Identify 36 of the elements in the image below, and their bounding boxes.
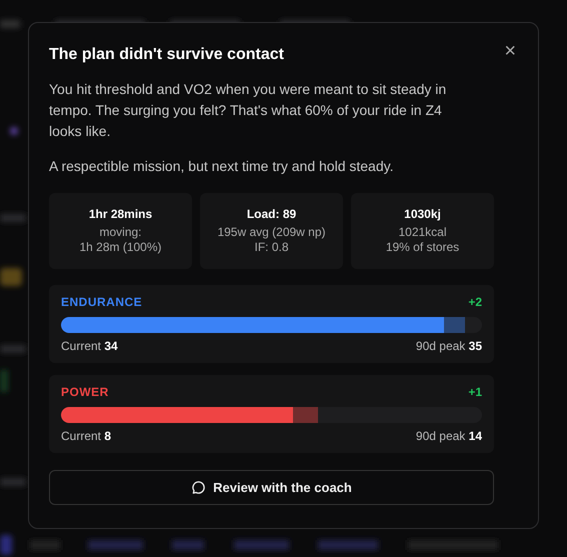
peak-value: 90d peak 14 bbox=[416, 429, 482, 443]
blurred-tag bbox=[172, 540, 204, 550]
blurred-tag bbox=[318, 540, 378, 550]
change-value: +1 bbox=[468, 385, 482, 399]
blurred-text bbox=[0, 478, 26, 486]
current-value: Current 8 bbox=[61, 429, 112, 443]
stat-value: 1030kj bbox=[404, 207, 441, 221]
stat-detail: IF: 0.8 bbox=[254, 240, 288, 255]
stat-detail: 1h 28m (100%) bbox=[79, 240, 162, 255]
stat-detail: 19% of stores bbox=[386, 240, 460, 255]
blurred-tag bbox=[0, 268, 22, 286]
skill-name: POWER bbox=[61, 385, 109, 399]
peak-value: 90d peak 35 bbox=[416, 339, 482, 353]
review-button[interactable]: Review with the coach bbox=[49, 470, 494, 505]
blurred-text bbox=[30, 540, 60, 550]
skill-name: ENDURANCE bbox=[61, 295, 142, 309]
blurred-tag bbox=[0, 370, 8, 392]
blurred-text bbox=[0, 20, 20, 28]
blurred-dot bbox=[10, 127, 18, 135]
blurred-tag bbox=[0, 535, 12, 555]
blurred-text bbox=[0, 214, 26, 222]
stat-detail: 1021kcal bbox=[398, 225, 447, 240]
stat-value: 1hr 28mins bbox=[88, 207, 152, 221]
blurred-tag bbox=[88, 540, 143, 550]
change-value: +2 bbox=[468, 295, 482, 309]
dialog-title: The plan didn't survive contact bbox=[49, 46, 284, 64]
chat-icon bbox=[191, 480, 206, 495]
blurred-text bbox=[0, 345, 26, 353]
message-text: You hit threshold and VO2 when you were meant to sit steady in tempo. The surging you felt? That's what 60% of your ride in Z4 looks like. bbox=[49, 80, 448, 141]
stat-detail: 195w avg (209w np) bbox=[217, 225, 326, 240]
blurred-tag bbox=[234, 540, 289, 550]
current-value: Current 34 bbox=[61, 339, 118, 353]
stat-detail: moving: bbox=[99, 225, 142, 240]
stat-value: Load: 89 bbox=[246, 207, 296, 221]
message-text: A respectible mission, but next time try and hold steady. bbox=[49, 157, 394, 176]
close-button[interactable]: × bbox=[502, 42, 518, 60]
